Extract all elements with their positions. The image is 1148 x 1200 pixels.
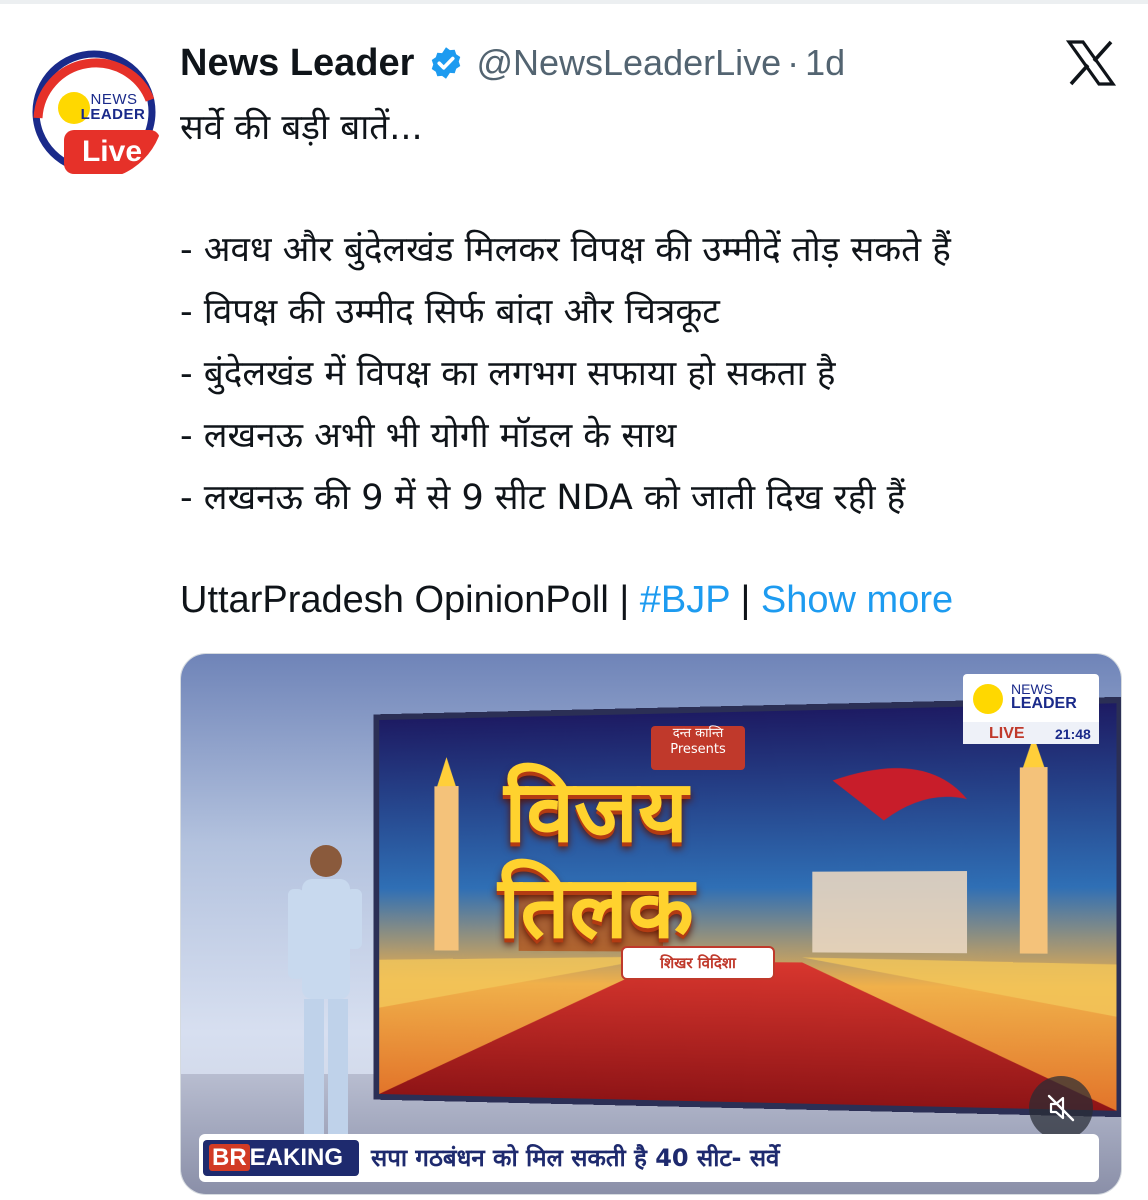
show-more-link[interactable]: Show more xyxy=(761,579,953,621)
avatar-brand-line1: NEWS xyxy=(90,91,138,108)
breaking-label: BR EAKING xyxy=(203,1140,359,1176)
tags-text: UttarPradesh OpinionPoll | xyxy=(180,579,640,621)
author-handle[interactable]: @NewsLeaderLive xyxy=(476,42,781,84)
tweet-line: - लखनऊ की 9 में से 9 सीट NDA को जाती दिख… xyxy=(180,478,906,518)
tweet-line: - बुंदेलखंड में विपक्ष का लगभग सफाया हो … xyxy=(180,354,836,394)
x-logo-icon[interactable] xyxy=(1066,40,1116,86)
presenter-figure-icon xyxy=(288,845,362,1159)
breaking-news-ticker: BR EAKING सपा गठबंधन को मिल सकती है 40 सी… xyxy=(199,1134,1099,1182)
screen-sponsor-bottom: शिखर विदिशा xyxy=(621,946,775,980)
tweet-line: - लखनऊ अभी भी योगी मॉडल के साथ xyxy=(180,416,677,456)
tweet-tags-line: UttarPradesh OpinionPoll | #BJP | Show m… xyxy=(180,575,953,625)
channel-line1: NEWS xyxy=(1011,681,1053,697)
muted-speaker-icon xyxy=(1047,1094,1075,1122)
mute-button[interactable] xyxy=(1029,1076,1093,1140)
channel-watermark: NEWS LEADER LIVE 21:48 xyxy=(963,674,1099,744)
tweet-header: News Leader @NewsLeaderLive · 1d xyxy=(180,38,845,88)
screen-title: विजय तिलक xyxy=(498,762,694,958)
verified-badge-icon xyxy=(432,47,461,79)
breaking-label-prefix: BR xyxy=(209,1144,250,1171)
avatar-live-badge: Live xyxy=(64,130,160,174)
tweet-line: - अवध और बुंदेलखंड मिलकर विपक्ष की उम्मी… xyxy=(180,230,951,270)
channel-live-label: LIVE xyxy=(989,725,1025,742)
tweet-line: सर्वे की बड़ी बातें... xyxy=(180,108,423,148)
avatar-brand-line2: LEADER xyxy=(80,106,146,123)
channel-clock: 21:48 xyxy=(1055,726,1091,742)
tweet-time[interactable]: 1d xyxy=(805,42,845,84)
breaking-text: सपा गठबंधन को मिल सकती है 40 सीट- सर्वे xyxy=(371,1144,780,1172)
author-avatar[interactable]: NEWS LEADER Live xyxy=(24,40,164,180)
tweet-line: - विपक्ष की उम्मीद सिर्फ बांदा और चित्रक… xyxy=(180,292,720,332)
hashtag-link[interactable]: #BJP xyxy=(640,579,730,621)
header-separator: · xyxy=(787,42,800,83)
author-name[interactable]: News Leader xyxy=(180,42,414,85)
channel-line2: LEADER xyxy=(1011,695,1077,712)
tweet-text: सर्वे की बड़ी बातें... - अवध और बुंदेलखं… xyxy=(180,97,1120,529)
tags-separator: | xyxy=(729,579,761,621)
top-divider xyxy=(0,0,1148,4)
video-player[interactable]: दन्त कान्ति Presents विजय तिलक शिखर विदि… xyxy=(180,653,1122,1195)
breaking-label-suffix: EAKING xyxy=(249,1144,344,1171)
